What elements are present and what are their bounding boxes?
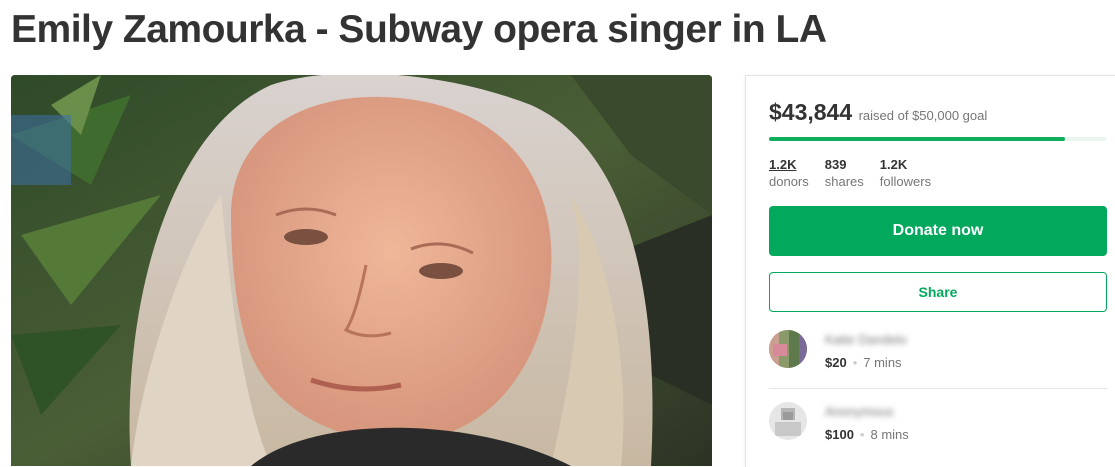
stat-donors-label: donors (769, 174, 809, 189)
goal-text: raised of $50,000 goal (858, 108, 988, 123)
amount-row: $43,844 raised of $50,000 goal (769, 99, 987, 126)
campaign-photo-image (11, 75, 712, 466)
stat-shares-label: shares (824, 174, 864, 189)
separator-dot: • (859, 427, 865, 442)
progress-fill (769, 137, 1065, 141)
donor-meta: $100 • 8 mins (825, 427, 909, 442)
stat-donors[interactable]: 1.2K donors (769, 156, 809, 190)
separator-dot: • (852, 355, 858, 370)
donor-name: Anonymous (825, 404, 894, 419)
donation-item: Anonymous $100 • 8 mins (769, 398, 1107, 460)
campaign-photo[interactable] (11, 75, 712, 466)
donation-amount: $100 (825, 427, 854, 442)
share-button[interactable]: Share (769, 272, 1107, 312)
donation-time: 8 mins (870, 427, 909, 442)
donor-name: Katie Dandelo (825, 332, 907, 347)
amount-raised: $43,844 (769, 99, 853, 125)
donate-now-button[interactable]: Donate now (769, 206, 1107, 256)
donor-meta: $20 • 7 mins (825, 355, 902, 370)
stat-shares: 839 shares (825, 156, 864, 190)
campaign-stats: 1.2K donors 839 shares 1.2K followers (769, 156, 931, 190)
donation-amount: $20 (825, 355, 847, 370)
donation-sidebar: $43,844 raised of $50,000 goal 1.2K dono… (745, 75, 1115, 467)
stat-followers: 1.2K followers (880, 156, 931, 190)
donation-time: 7 mins (863, 355, 902, 370)
stat-donors-value[interactable]: 1.2K (769, 156, 809, 173)
page-title: Emily Zamourka - Subway opera singer in … (11, 8, 827, 51)
avatar (769, 330, 807, 368)
stat-shares-value: 839 (824, 157, 847, 172)
avatar (769, 402, 807, 440)
stat-followers-value: 1.2K (879, 157, 908, 172)
donation-item: Katie Dandelo $20 • 7 mins (769, 326, 1107, 389)
progress-bar (769, 137, 1106, 141)
stat-followers-label: followers (879, 174, 932, 189)
